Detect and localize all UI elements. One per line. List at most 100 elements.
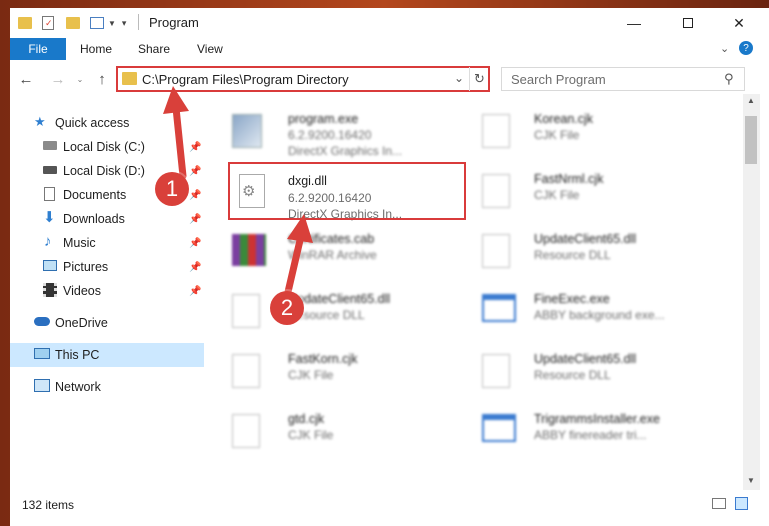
pin-icon[interactable]: 📌	[189, 214, 201, 225]
forward-button[interactable]: →	[48, 69, 68, 89]
nav-item-network[interactable]: Network	[10, 375, 204, 399]
file-item[interactable]: Korean.cjk CJK File	[482, 108, 722, 158]
vertical-scrollbar[interactable]: ▲ ▼	[743, 94, 760, 490]
highlight-box-file	[228, 162, 466, 220]
pin-icon[interactable]: 📌	[189, 190, 201, 201]
refresh-icon[interactable]: ↻	[469, 67, 489, 91]
navigation-pane: ★ Quick access Local Disk (C:) 📌 Local D…	[10, 94, 204, 494]
nav-item-local-disk-c[interactable]: Local Disk (C:) 📌	[10, 135, 204, 159]
computer-icon	[34, 348, 50, 359]
scrollbar-thumb[interactable]	[745, 116, 757, 164]
address-bar[interactable]: C:\Program Files\Program Directory ⌄ ↻	[116, 66, 490, 92]
details-view-icon[interactable]	[712, 498, 726, 509]
view-options-icon[interactable]	[90, 17, 104, 29]
nav-label: Videos	[63, 284, 101, 298]
tab-home[interactable]: Home	[80, 42, 112, 56]
tab-share[interactable]: Share	[138, 42, 170, 56]
exe-window-icon	[482, 414, 516, 442]
item-count: 132 items	[22, 498, 75, 512]
folder-icon	[122, 72, 137, 85]
file-description: DirectX Graphics In...	[288, 144, 403, 158]
file-name: TrigrammsInstaller.exe	[534, 412, 660, 426]
file-item[interactable]: gtd.cjk CJK File	[232, 408, 472, 458]
nav-item-this-pc[interactable]: This PC	[10, 343, 204, 367]
download-icon: ⬇	[43, 209, 56, 226]
quick-access-toolbar: ✓ ▼ ▾	[18, 14, 126, 32]
recent-locations-button[interactable]: ⌄	[70, 69, 90, 89]
help-icon[interactable]: ?	[739, 41, 753, 55]
address-dropdown-icon[interactable]: ⌄	[454, 71, 464, 85]
file-item[interactable]: UpdateClient65.dll Resource DLL	[482, 348, 722, 398]
exe-file-icon	[232, 114, 262, 148]
properties-icon[interactable]: ✓	[42, 16, 54, 30]
back-button[interactable]: ←	[16, 69, 36, 89]
nav-label: Local Disk (C:)	[63, 140, 145, 154]
tab-view[interactable]: View	[197, 42, 223, 56]
close-button[interactable]: ✕	[716, 8, 762, 38]
file-name: Korean.cjk	[534, 112, 594, 126]
nav-item-pictures[interactable]: Pictures 📌	[10, 255, 204, 279]
status-bar: 132 items	[10, 490, 769, 518]
file-item[interactable]: UpdateClient65.dll Resource DLL	[232, 288, 472, 338]
expand-ribbon-icon[interactable]: ⌄	[720, 42, 729, 55]
nav-label: OneDrive	[55, 316, 108, 330]
title-bar: ✓ ▼ ▾ Program — ✕	[10, 8, 769, 38]
address-path: C:\Program Files\Program Directory	[142, 72, 349, 87]
nav-item-videos[interactable]: Videos 📌	[10, 279, 204, 303]
network-icon	[34, 379, 50, 392]
chevron-down-icon[interactable]: ▼	[108, 19, 116, 28]
pin-icon[interactable]: 📌	[189, 238, 201, 249]
file-type: CJK File	[288, 428, 334, 442]
file-type: ABBY finereader tri...	[534, 428, 647, 442]
pin-icon[interactable]: 📌	[189, 286, 201, 297]
file-version: 6.2.9200.16420	[288, 128, 372, 142]
window-title: Program	[149, 15, 199, 30]
file-type: Resource DLL	[534, 248, 611, 262]
nav-item-onedrive[interactable]: OneDrive	[10, 311, 204, 335]
pin-icon[interactable]: 📌	[189, 142, 201, 153]
search-input[interactable]: Search Program ⚲	[501, 67, 745, 91]
file-item[interactable]: TrigrammsInstaller.exe ABBY finereader t…	[482, 408, 722, 458]
file-type: CJK File	[288, 368, 334, 382]
file-icon	[482, 174, 510, 208]
file-type: ABBY background exe...	[534, 308, 665, 322]
minimize-button[interactable]: —	[611, 8, 657, 38]
customize-toolbar-icon[interactable]: ▾	[122, 18, 127, 29]
scroll-down-icon[interactable]: ▼	[747, 476, 755, 485]
maximize-button[interactable]	[665, 8, 711, 38]
exe-window-icon	[482, 294, 516, 322]
file-name: UpdateClient65.dll	[534, 232, 637, 246]
scroll-up-icon[interactable]: ▲	[747, 96, 755, 105]
nav-item-downloads[interactable]: ⬇ Downloads 📌	[10, 207, 204, 231]
file-icon	[232, 354, 260, 388]
large-icons-view-icon[interactable]	[735, 497, 748, 510]
drive-icon	[43, 141, 57, 150]
file-icon	[482, 114, 510, 148]
new-folder-icon[interactable]	[66, 17, 80, 29]
pin-icon[interactable]: 📌	[189, 262, 201, 273]
pictures-icon	[43, 260, 57, 271]
file-item[interactable]: FastNrml.cjk CJK File	[482, 168, 722, 218]
nav-item-music[interactable]: ♪ Music 📌	[10, 231, 204, 255]
file-item[interactable]: program.exe 6.2.9200.16420 DirectX Graph…	[232, 108, 472, 158]
file-name: Certificates.cab	[288, 232, 375, 246]
file-item[interactable]: FineExec.exe ABBY background exe...	[482, 288, 722, 338]
pin-icon[interactable]: 📌	[189, 166, 201, 177]
file-name: FastNrml.cjk	[534, 172, 604, 186]
nav-label: Quick access	[55, 116, 130, 130]
file-item[interactable]: FastKorn.cjk CJK File	[232, 348, 472, 398]
dll-file-icon	[482, 354, 510, 388]
folder-icon[interactable]	[18, 17, 32, 29]
nav-item-quick-access[interactable]: ★ Quick access	[10, 111, 204, 135]
nav-label: Pictures	[63, 260, 109, 274]
up-button[interactable]: ↑	[92, 69, 112, 89]
step-badge-2: 2	[270, 291, 304, 325]
nav-label: Local Disk (D:)	[63, 164, 145, 178]
file-type: WinRAR Archive	[288, 248, 377, 262]
file-item[interactable]: UpdateClient65.dll Resource DLL	[482, 228, 722, 278]
drive-icon	[43, 166, 57, 174]
file-item[interactable]: Certificates.cab WinRAR Archive	[232, 228, 472, 278]
nav-label: This PC	[55, 348, 100, 362]
music-icon: ♪	[44, 233, 52, 250]
tab-file[interactable]: File	[10, 38, 66, 60]
